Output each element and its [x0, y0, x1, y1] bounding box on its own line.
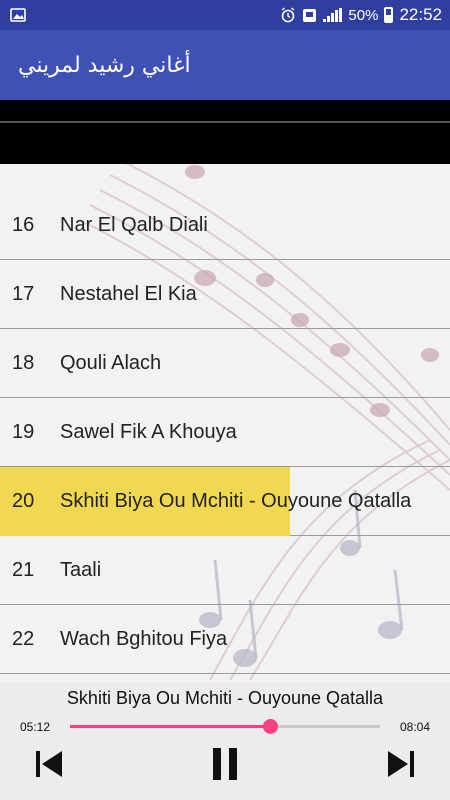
track-title: Taali — [60, 558, 102, 581]
track-title: Nestahel El Kia — [60, 282, 197, 305]
next-icon — [388, 751, 414, 777]
cast-icon — [303, 8, 317, 22]
track-number: 16 — [12, 213, 35, 236]
track-title: Qouli Alach — [60, 351, 162, 374]
battery-percent: 50% — [348, 6, 379, 24]
battery-icon — [384, 7, 394, 23]
list-item[interactable]: 22 Wach Bghitou Fiya — [0, 605, 450, 674]
previous-icon — [36, 751, 62, 777]
seek-bar[interactable] — [70, 719, 380, 734]
track-title: Wach Bghitou Fiya — [60, 627, 228, 650]
previous-button[interactable] — [32, 748, 66, 780]
track-number: 20 — [12, 489, 35, 512]
now-playing-title: Skhiti Biya Ou Mchiti - Ouyoune Qatalla — [66, 688, 384, 708]
track-number: 17 — [12, 282, 35, 305]
pause-icon — [213, 748, 237, 780]
track-list[interactable]: 16 Nar El Qalb Diali 17 Nestahel El Kia … — [0, 100, 450, 682]
status-right: 50% 22:52 — [280, 5, 442, 25]
pause-button[interactable] — [208, 748, 242, 780]
list-item[interactable]: 16 Nar El Qalb Diali — [0, 191, 450, 260]
list-item[interactable]: 19 Sawel Fik A Khouya — [0, 398, 450, 467]
track-title: Sawel Fik A Khouya — [60, 420, 237, 443]
next-button[interactable] — [384, 748, 418, 780]
signal-icon — [323, 8, 343, 22]
seek-thumb[interactable] — [262, 719, 278, 734]
alarm-icon — [281, 7, 295, 23]
track-title: Skhiti Biya Ou Mchiti - Ouyoune Qatalla — [60, 489, 412, 512]
list-item-active[interactable]: 20 Skhiti Biya Ou Mchiti - Ouyoune Qatal… — [0, 467, 450, 536]
track-number: 22 — [12, 627, 35, 650]
player-bar: Skhiti Biya Ou Mchiti - Ouyoune Qatalla … — [0, 682, 450, 800]
track-title: Nar El Qalb Diali — [60, 213, 208, 236]
seek-progress — [70, 725, 270, 728]
app-bar: أغاني رشيد لمريني — [0, 30, 450, 100]
track-number: 19 — [12, 420, 35, 443]
image-icon — [10, 8, 26, 22]
list-item[interactable]: 21 Taali — [0, 536, 450, 605]
track-number: 21 — [12, 558, 35, 581]
list-item[interactable]: 17 Nestahel El Kia — [0, 260, 450, 329]
page-title: أغاني رشيد لمريني — [18, 52, 191, 78]
status-left — [10, 8, 26, 22]
status-bar: 50% 22:52 — [0, 0, 450, 30]
duration: 08:04 — [399, 720, 430, 734]
track-number: 18 — [12, 351, 35, 374]
clock: 22:52 — [399, 5, 442, 24]
header-band — [0, 100, 450, 164]
list-item[interactable]: 18 Qouli Alach — [0, 329, 450, 398]
current-time: 05:12 — [20, 720, 51, 734]
